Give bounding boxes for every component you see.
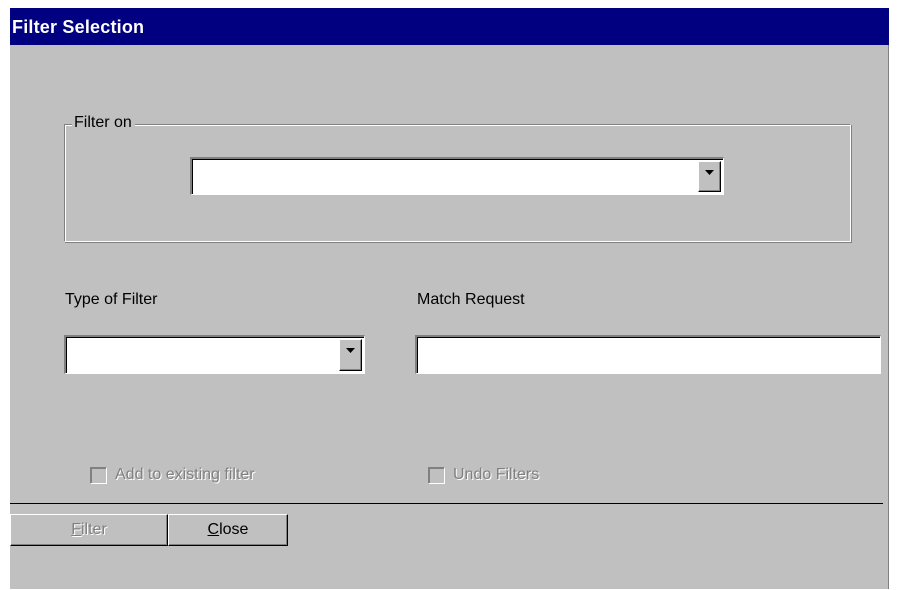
filter-on-label: Filter on bbox=[72, 114, 135, 132]
close-button[interactable]: Close bbox=[168, 514, 288, 546]
close-button-label: lose bbox=[219, 521, 249, 538]
match-request-input[interactable] bbox=[415, 335, 881, 374]
chevron-down-icon bbox=[705, 170, 714, 175]
type-of-filter-label: Type of Filter bbox=[65, 291, 158, 308]
match-request-label: Match Request bbox=[417, 291, 525, 308]
window-title: Filter Selection bbox=[12, 17, 145, 37]
type-of-filter-dropdown-button[interactable] bbox=[339, 339, 362, 371]
add-to-existing-filter-checkbox[interactable]: Add to existing filter bbox=[90, 466, 330, 487]
filter-button-label: ilter bbox=[81, 521, 107, 538]
undo-filters-box[interactable] bbox=[428, 467, 445, 484]
type-of-filter-combobox[interactable] bbox=[64, 335, 365, 374]
undo-filters-checkbox[interactable]: Undo Filters bbox=[428, 466, 588, 487]
filter-on-combobox[interactable] bbox=[190, 157, 724, 195]
filter-selection-dialog: Filter Selection Filter on Type of Filte… bbox=[10, 8, 889, 589]
filter-on-dropdown-button[interactable] bbox=[698, 161, 721, 192]
title-bar[interactable]: Filter Selection bbox=[10, 8, 889, 45]
filter-button-mnemonic: F bbox=[71, 521, 81, 538]
separator-line bbox=[10, 503, 883, 504]
add-to-existing-filter-box[interactable] bbox=[90, 467, 107, 484]
chevron-down-icon bbox=[346, 348, 355, 353]
filter-button[interactable]: Filter bbox=[10, 514, 168, 546]
close-button-mnemonic: C bbox=[207, 521, 220, 538]
add-to-existing-filter-label: Add to existing filter bbox=[115, 466, 255, 483]
undo-filters-label: Undo Filters bbox=[453, 466, 540, 483]
